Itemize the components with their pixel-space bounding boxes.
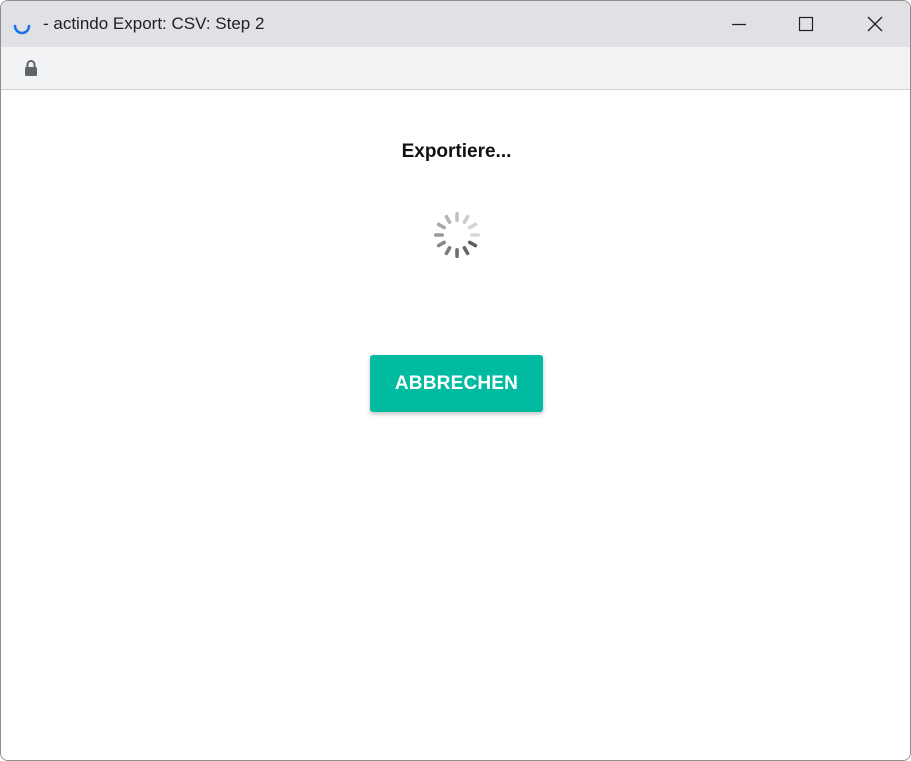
minimize-icon <box>732 23 746 26</box>
maximize-icon <box>798 16 814 32</box>
close-button[interactable] <box>852 1 898 47</box>
page-content: Exportiere... ABBRECHEN <box>1 90 910 760</box>
lock-icon[interactable] <box>23 59 39 77</box>
browser-popup-window: - actindo Export: CSV: Step 2 Exportiere… <box>0 0 911 761</box>
title-bar[interactable]: - actindo Export: CSV: Step 2 <box>1 1 910 47</box>
maximize-button[interactable] <box>783 1 829 47</box>
minimize-button[interactable] <box>716 1 762 47</box>
address-bar <box>1 47 910 90</box>
close-icon <box>867 16 883 32</box>
export-status-heading: Exportiere... <box>401 141 512 162</box>
page-loading-icon <box>13 24 31 35</box>
cancel-button[interactable]: ABBRECHEN <box>370 355 543 412</box>
loading-spinner-icon <box>434 212 480 258</box>
window-title: - actindo Export: CSV: Step 2 <box>43 14 265 33</box>
